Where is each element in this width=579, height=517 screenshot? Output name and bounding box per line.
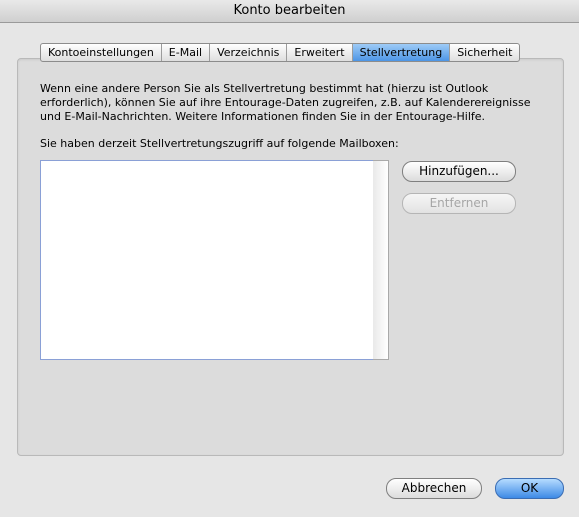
tab-erweitert[interactable]: Erweitert — [287, 44, 353, 61]
add-button[interactable]: Hinzufügen... — [402, 161, 516, 182]
mailbox-list-label: Sie haben derzeit Stellvertretungszugrif… — [40, 137, 399, 150]
mailbox-list[interactable] — [40, 160, 375, 360]
tab-verzeichnis[interactable]: Verzeichnis — [210, 44, 288, 61]
tab-bar: Kontoeinstellungen E-Mail Verzeichnis Er… — [40, 43, 521, 62]
tab-kontoeinstellungen[interactable]: Kontoeinstellungen — [41, 44, 162, 61]
tab-stellvertretung[interactable]: Stellvertretung — [352, 44, 451, 61]
tab-sicherheit[interactable]: Sicherheit — [450, 44, 519, 61]
cancel-button[interactable]: Abbrechen — [386, 478, 482, 499]
description-text: Wenn eine andere Person Sie als Stellver… — [40, 82, 531, 123]
tab-email[interactable]: E-Mail — [162, 44, 211, 61]
mailbox-list-scrollbar[interactable] — [373, 160, 389, 360]
dialog-window: Konto bearbeiten Kontoeinstellungen E-Ma… — [0, 0, 579, 517]
window-title: Konto bearbeiten — [0, 0, 579, 23]
ok-button[interactable]: OK — [495, 478, 564, 499]
remove-button[interactable]: Entfernen — [402, 193, 516, 214]
